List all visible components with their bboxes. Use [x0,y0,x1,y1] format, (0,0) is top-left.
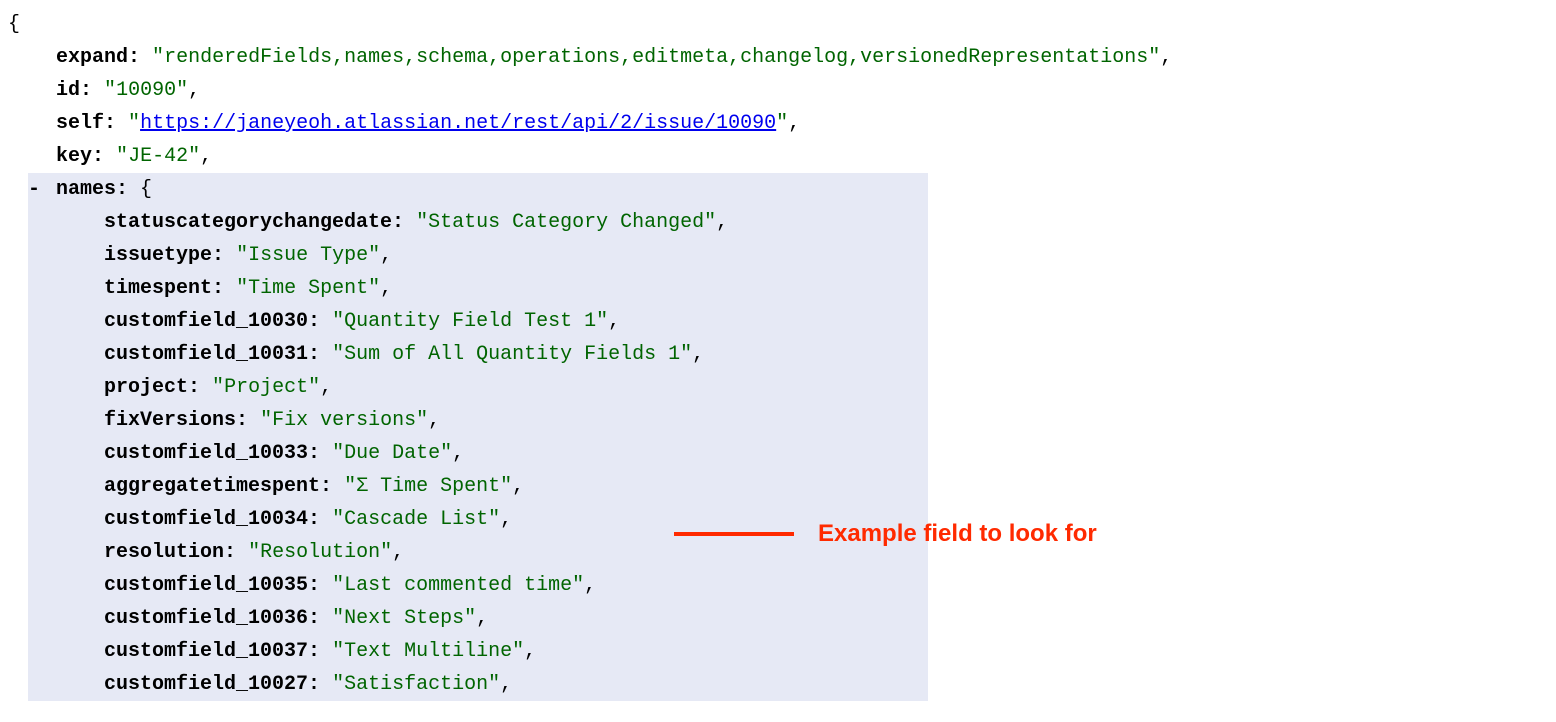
self-link[interactable]: https://janeyeoh.atlassian.net/rest/api/… [140,112,776,135]
json-value: Sum of All Quantity Fields 1 [332,343,692,366]
json-line: fixVersions: Fix versions, [104,404,928,437]
json-line: customfield_10033: Due Date, [104,437,928,470]
json-value: Next Steps [332,607,476,630]
json-value: Status Category Changed [416,211,716,234]
json-line: customfield_10031: Sum of All Quantity F… [104,338,928,371]
json-key: aggregatetimespent [104,475,320,498]
json-value: Text Multiline [332,640,524,663]
json-key: statuscategorychangedate [104,211,392,234]
json-line: customfield_10036: Next Steps, [104,602,928,635]
collapse-toggle[interactable]: - [28,173,56,206]
json-value: Due Date [332,442,452,465]
json-key: fixVersions [104,409,236,432]
json-line: issuetype: Issue Type, [104,239,928,272]
json-key: customfield_10036 [104,607,308,630]
json-line-key: key: JE-42, [8,140,1548,173]
json-value: JE-42 [116,145,200,168]
json-line-id: id: 10090, [8,74,1548,107]
json-line-self: self: "https://janeyeoh.atlassian.net/re… [8,107,1548,140]
open-brace: { [8,8,1548,41]
json-key-names: names [56,178,116,201]
json-key: id [56,79,80,102]
json-value: Fix versions [260,409,428,432]
annotation-line [674,532,794,536]
json-key: customfield_10034 [104,508,308,531]
json-line: customfield_10030: Quantity Field Test 1… [104,305,928,338]
json-line: customfield_10027: Satisfaction, [104,668,928,701]
json-line: customfield_10037: Text Multiline, [104,635,928,668]
json-key: customfield_10033 [104,442,308,465]
json-key: customfield_10037 [104,640,308,663]
json-line: aggregatetimespent: Σ Time Spent, [104,470,928,503]
json-line: customfield_10034: Cascade List,Example … [104,503,928,536]
json-key: timespent [104,277,212,300]
json-line: resolution: Resolution, [104,536,928,569]
json-line: customfield_10035: Last commented time, [104,569,928,602]
json-viewer: { expand: renderedFields,names,schema,op… [8,8,1548,701]
open-brace-inner: { [140,178,152,201]
json-line: project: Project, [104,371,928,404]
json-key: expand [56,46,128,69]
json-key: customfield_10031 [104,343,308,366]
json-value: Issue Type [236,244,380,267]
json-value: Σ Time Spent [344,475,512,498]
names-list: statuscategorychangedate: Status Categor… [28,206,928,701]
json-line: timespent: Time Spent, [104,272,928,305]
json-value: Cascade List [332,508,500,531]
json-key: project [104,376,188,399]
json-key: customfield_10027 [104,673,308,696]
json-value: Resolution [248,541,392,564]
json-key: customfield_10030 [104,310,308,333]
json-value: Last commented time [332,574,584,597]
json-key: self [56,112,104,135]
json-key: issuetype [104,244,212,267]
json-value: Project [212,376,320,399]
json-key: customfield_10035 [104,574,308,597]
json-value: 10090 [104,79,188,102]
json-value: renderedFields,names,schema,operations,e… [152,46,1160,69]
json-line-expand: expand: renderedFields,names,schema,oper… [8,41,1548,74]
json-value: Time Spent [236,277,380,300]
json-value: Quantity Field Test 1 [332,310,608,333]
json-key: key [56,145,92,168]
json-line: statuscategorychangedate: Status Categor… [104,206,928,239]
json-value: Satisfaction [332,673,500,696]
json-key: resolution [104,541,224,564]
names-object: -names: { statuscategorychangedate: Stat… [28,173,928,701]
